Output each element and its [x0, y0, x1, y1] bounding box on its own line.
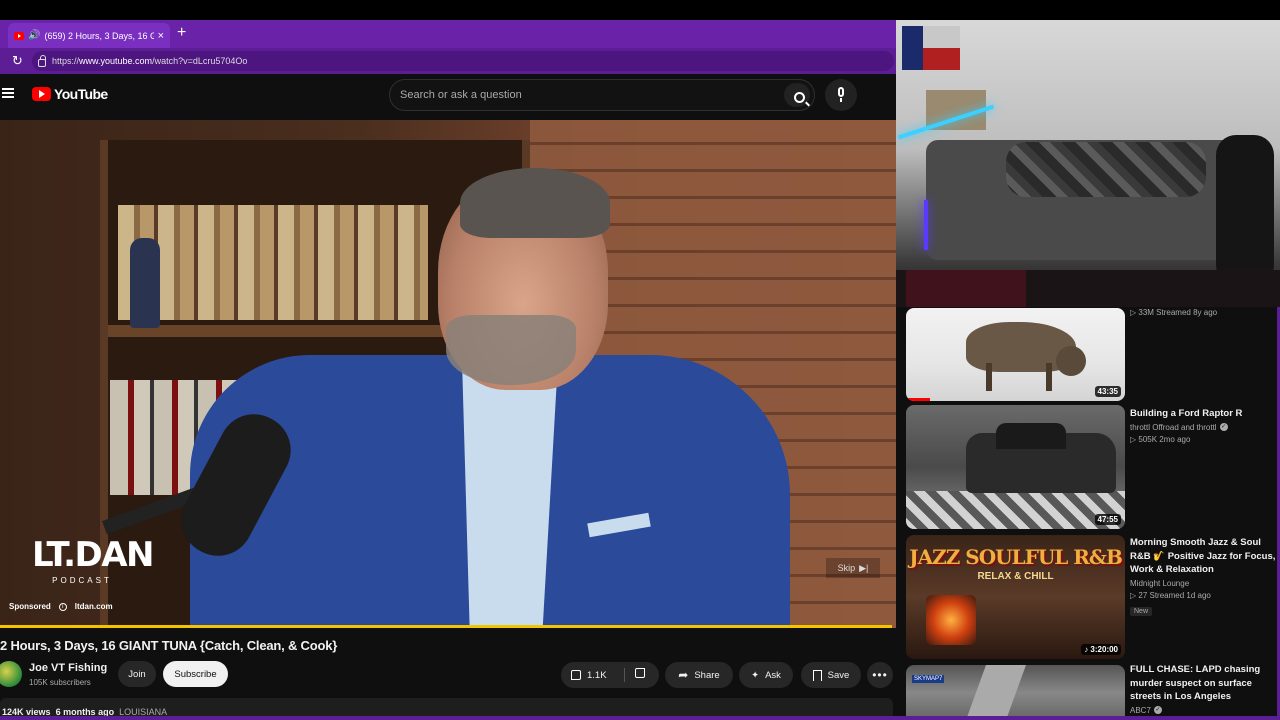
- recommendation-info[interactable]: Building a Ford Raptor R throttl Offroad…: [1130, 407, 1276, 444]
- recommendation-channel: throttl Offroad and throttl ✓: [1130, 422, 1228, 432]
- ad-sponsor-info[interactable]: Sponsored i ltdan.com: [9, 602, 113, 611]
- ad-logo: LT.DAN PODCAST: [32, 535, 154, 585]
- video-player[interactable]: LT.DAN PODCAST Sponsored i ltdan.com Ski…: [0, 120, 896, 628]
- save-button[interactable]: Save: [801, 662, 861, 688]
- recommendation-title: FULL CHASE: LAPD chasing murder suspect …: [1130, 664, 1261, 702]
- lock-icon[interactable]: [38, 54, 46, 67]
- thumbs-down-icon[interactable]: [635, 668, 645, 678]
- channel-avatar[interactable]: [0, 661, 22, 687]
- watch-progress: [906, 398, 930, 401]
- address-bar-row: ↻ https://www.youtube.com/watch?v=dLcru5…: [0, 48, 896, 74]
- search-input[interactable]: Search or ask a question: [389, 79, 815, 111]
- speaker-icon[interactable]: 🔊: [28, 30, 40, 41]
- menu-icon[interactable]: [2, 88, 14, 98]
- duration-badge: ♪ 3:20:00: [1081, 644, 1121, 655]
- recommendation-info[interactable]: Morning Smooth Jazz & Soul R&B 🎷 Positiv…: [1130, 536, 1276, 618]
- sparkle-icon: ✦: [751, 669, 760, 681]
- microphone-icon: [838, 87, 844, 97]
- info-icon[interactable]: i: [58, 602, 67, 611]
- recommendation-info[interactable]: ▷ 33M Streamed 8y ago: [1130, 308, 1276, 317]
- more-icon: •••: [872, 668, 888, 682]
- like-count: 1.1K: [587, 669, 607, 681]
- channel-name[interactable]: Joe VT Fishing: [29, 662, 107, 674]
- gaming-chair: [1216, 135, 1274, 285]
- address-bar[interactable]: https://www.youtube.com/watch?v=dLcru570…: [32, 51, 894, 71]
- share-button[interactable]: ➦ Share: [665, 662, 733, 688]
- tab-title: (659) 2 Hours, 3 Days, 16 GIA: [44, 30, 154, 41]
- thumbs-up-icon: [571, 670, 581, 680]
- recommendation-title: Building a Ford Raptor R: [1130, 408, 1243, 419]
- recommendation-channel: Midnight Lounge: [1130, 578, 1190, 588]
- duration-badge: 47:55: [1094, 514, 1121, 525]
- bookmark-icon: [812, 669, 822, 684]
- skip-ad-button[interactable]: Skip ▶|: [826, 558, 880, 578]
- recommendation-thumbnail[interactable]: 47:55: [906, 405, 1125, 529]
- search-button[interactable]: [784, 83, 810, 107]
- youtube-favicon-icon: [14, 31, 24, 40]
- recommendation-thumbnail[interactable]: SKYMAP7: [906, 665, 1125, 720]
- recommendation-channel: ABC7 ✓: [1130, 705, 1162, 715]
- recommendation-title: Morning Smooth Jazz & Soul R&B 🎷 Positiv…: [1130, 537, 1276, 575]
- skip-icon: ▶|: [859, 562, 869, 573]
- youtube-logo[interactable]: YouTube: [32, 86, 108, 102]
- url-text: https://www.youtube.com/watch?v=dLcru570…: [52, 56, 248, 66]
- browser-tab-bar: 🔊 (659) 2 Hours, 3 Days, 16 GIA ×: [0, 20, 896, 48]
- fireplace: [926, 595, 976, 645]
- video-details: 2 Hours, 3 Days, 16 GIANT TUNA {Catch, C…: [0, 628, 896, 720]
- webcam-overlay: [896, 20, 1280, 307]
- join-button[interactable]: Join: [118, 661, 156, 687]
- new-tab-button[interactable]: +: [177, 24, 186, 42]
- subscriber-count: 105K subscribers: [29, 678, 91, 687]
- ask-button[interactable]: ✦ Ask: [739, 662, 793, 688]
- share-icon: ➦: [678, 668, 689, 682]
- verified-icon: ✓: [1153, 706, 1162, 714]
- subscribe-button[interactable]: Subscribe: [163, 661, 228, 687]
- duration-badge: 43:35: [1094, 386, 1121, 397]
- recommendation-info[interactable]: FULL CHASE: LAPD chasing murder suspect …: [1130, 663, 1276, 715]
- like-button[interactable]: 1.1K: [561, 662, 659, 688]
- search-placeholder: Search or ask a question: [400, 89, 522, 101]
- wall-flag: [902, 26, 960, 70]
- new-badge: New: [1130, 606, 1153, 616]
- more-actions-button[interactable]: •••: [867, 662, 893, 688]
- video-title: 2 Hours, 3 Days, 16 GIANT TUNA {Catch, C…: [0, 638, 338, 653]
- browser-tab-youtube[interactable]: 🔊 (659) 2 Hours, 3 Days, 16 GIA ×: [8, 23, 170, 48]
- recommendation-thumbnail[interactable]: 43:35: [906, 308, 1125, 401]
- voice-search-button[interactable]: [825, 79, 857, 111]
- youtube-header: YouTube Search or ask a question: [0, 74, 896, 120]
- recommendation-thumbnail[interactable]: JAZZ SOULFUL R&B RELAX & CHILL ♪ 3:20:00: [906, 535, 1125, 659]
- verified-icon: ✓: [1219, 423, 1228, 431]
- youtube-wordmark: YouTube: [54, 86, 108, 102]
- youtube-play-icon: [32, 87, 51, 101]
- sponsor-link[interactable]: ltdan.com: [75, 602, 113, 611]
- search-icon: [794, 92, 805, 103]
- close-tab-icon[interactable]: ×: [158, 30, 164, 42]
- recommendations-sidebar: 43:35 ▷ 33M Streamed 8y ago 47:55 Buildi…: [896, 307, 1280, 720]
- reload-icon[interactable]: ↻: [12, 54, 23, 68]
